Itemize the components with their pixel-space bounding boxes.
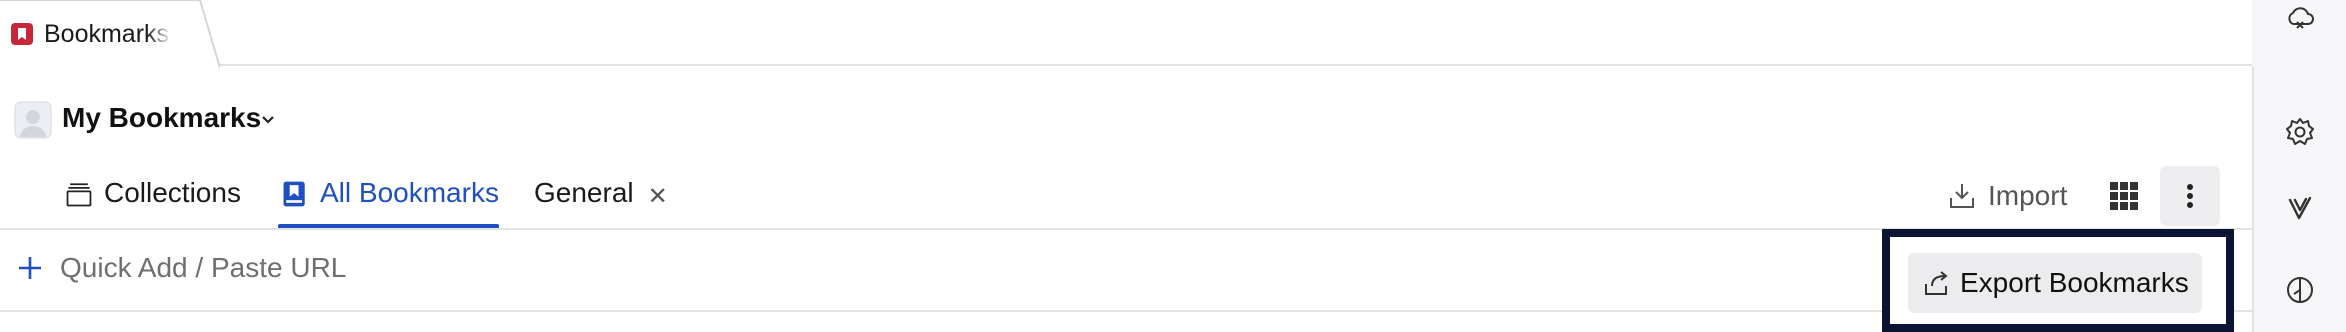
tab-general-label: General: [534, 177, 634, 208]
tab-collections-label: Collections: [104, 177, 241, 208]
browser-tab-title: Bookmarks: [44, 20, 170, 48]
tab-general[interactable]: General ✕: [534, 171, 668, 229]
import-label: Import: [1988, 180, 2068, 211]
export-menu: Export Bookmarks: [1882, 229, 2234, 332]
more-options-button[interactable]: [2160, 166, 2220, 226]
tab-all-bookmarks-label: All Bookmarks: [320, 177, 499, 208]
export-bookmarks-label: Export Bookmarks: [1960, 267, 2189, 298]
side-panel: [2252, 0, 2346, 332]
side-panel-divider: [2252, 66, 2254, 332]
cloud-sync-icon[interactable]: [2284, 2, 2316, 34]
chevron-down-icon[interactable]: [258, 110, 278, 130]
grid-view-icon[interactable]: [2108, 180, 2140, 212]
bookmark-icon: [10, 22, 34, 46]
compass-icon[interactable]: [2284, 274, 2316, 306]
more-vertical-icon: [2187, 184, 2193, 208]
settings-icon[interactable]: [2284, 116, 2316, 148]
tab-collections[interactable]: Collections: [62, 171, 241, 229]
collections-icon: [62, 177, 96, 211]
bookmark-book-icon: [278, 177, 312, 211]
import-icon: [1950, 184, 1974, 208]
export-icon: [1925, 271, 1948, 295]
browser-tab-strip: Bookmarks: [0, 0, 2252, 68]
bookmarks-header: My Bookmarks Collections All Bookmarks G…: [0, 66, 2252, 230]
vivaldi-icon[interactable]: [2284, 192, 2316, 224]
quick-add-input[interactable]: [60, 246, 1160, 290]
plus-icon[interactable]: [16, 254, 44, 282]
import-button[interactable]: Import: [1946, 166, 2067, 226]
close-icon[interactable]: ✕: [648, 177, 668, 217]
export-bookmarks-button[interactable]: Export Bookmarks: [1908, 253, 2202, 313]
avatar[interactable]: [14, 101, 52, 139]
account-name[interactable]: My Bookmarks: [62, 102, 261, 134]
browser-tab-bookmarks[interactable]: Bookmarks: [0, 0, 220, 68]
tab-all-bookmarks[interactable]: All Bookmarks: [278, 171, 499, 229]
